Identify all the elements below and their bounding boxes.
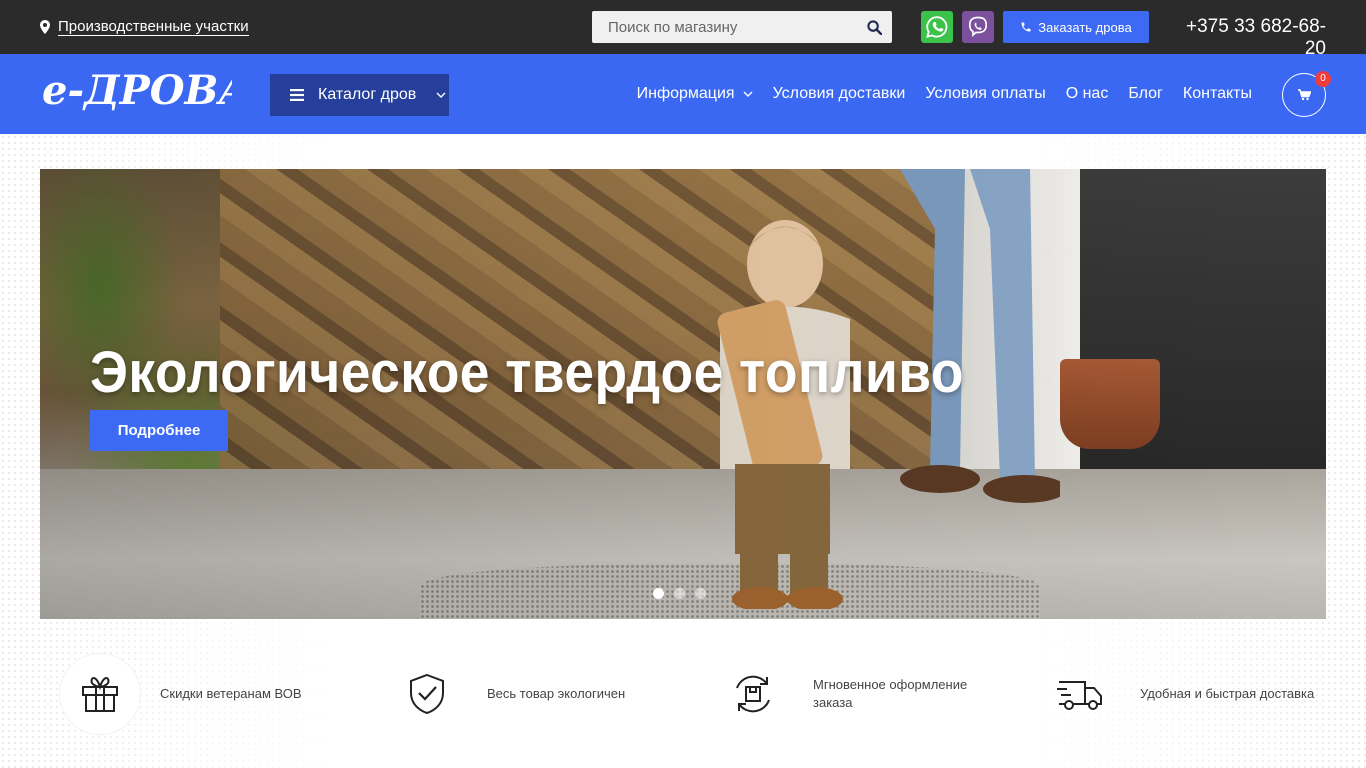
viber-button[interactable] bbox=[962, 11, 994, 43]
feature-icon-wrap bbox=[713, 654, 793, 734]
site-logo[interactable]: е-ДРОВА bbox=[42, 68, 232, 120]
slider-dot-3[interactable] bbox=[695, 588, 706, 599]
order-firewood-button[interactable]: Заказать дрова bbox=[1003, 11, 1149, 43]
slider-dot-2[interactable] bbox=[674, 588, 685, 599]
nav-item-label: Условия доставки bbox=[772, 85, 906, 102]
nav-item-label: Условия оплаты bbox=[925, 85, 1046, 102]
feature-icon-wrap bbox=[1040, 654, 1120, 734]
nav-item-delivery[interactable]: Условия доставки bbox=[773, 82, 906, 106]
features-row: Скидки ветеранам ВОВ Весь товар экологич… bbox=[0, 652, 1366, 736]
hero-title: Экологическое твердое топливо bbox=[90, 340, 964, 405]
main-navbar: е-ДРОВА Каталог дров Информация Условия … bbox=[0, 54, 1366, 134]
phone-icon bbox=[1021, 22, 1031, 32]
feature-icon-wrap bbox=[387, 654, 467, 734]
search-icon bbox=[866, 19, 882, 35]
nav-item-label: О нас bbox=[1065, 85, 1109, 102]
hero-more-button[interactable]: Подробнее bbox=[90, 410, 228, 451]
chevron-down-icon bbox=[436, 92, 446, 98]
feature-label: Удобная и быстрая доставка bbox=[1140, 686, 1315, 701]
shield-check-icon bbox=[410, 673, 444, 715]
feature-eco-products: Весь товар экологичен bbox=[387, 652, 625, 736]
production-sites-label: Производственные участки bbox=[58, 17, 249, 36]
feature-veterans-discount: Скидки ветеранам ВОВ bbox=[60, 652, 302, 736]
logo-text: е-ДРОВА bbox=[42, 68, 232, 114]
whatsapp-icon bbox=[926, 16, 948, 38]
feature-instant-order: Мгновенное оформление заказа bbox=[713, 652, 983, 736]
menu-icon bbox=[290, 89, 304, 101]
feature-label: Скидки ветеранам ВОВ bbox=[160, 686, 302, 701]
chevron-down-icon bbox=[743, 91, 753, 97]
cart-button[interactable]: 0 bbox=[1282, 71, 1331, 117]
nav-item-about[interactable]: О нас bbox=[1066, 82, 1109, 106]
search-button[interactable] bbox=[856, 11, 892, 43]
production-sites-link[interactable]: Производственные участки bbox=[40, 17, 249, 37]
nav-item-contacts[interactable]: Контакты bbox=[1183, 82, 1252, 106]
gift-icon bbox=[82, 677, 118, 712]
feature-label: Весь товар экологичен bbox=[487, 686, 626, 701]
viber-icon bbox=[968, 16, 988, 38]
nav-menu: Информация Условия доставки Условия опла… bbox=[637, 82, 1252, 106]
nav-item-payment[interactable]: Условия оплаты bbox=[925, 82, 1045, 106]
refresh-box-icon bbox=[736, 675, 770, 713]
top-bar: Производственные участки Заказать дрова … bbox=[0, 0, 1366, 59]
hero-banner: Экологическое твердое топливо Подробнее bbox=[40, 169, 1326, 619]
feature-fast-delivery: Удобная и быстрая доставка bbox=[1040, 652, 1314, 736]
catalog-label: Каталог дров bbox=[318, 86, 417, 103]
nav-item-info[interactable]: Информация bbox=[637, 82, 753, 106]
cart-count-badge: 0 bbox=[1315, 71, 1331, 87]
delivery-truck-icon bbox=[1057, 681, 1102, 710]
search-input[interactable] bbox=[592, 11, 856, 43]
feature-label: Мгновенное оформление заказа bbox=[813, 677, 968, 710]
nav-item-label: Контакты bbox=[1182, 85, 1252, 102]
nav-item-blog[interactable]: Блог bbox=[1128, 82, 1163, 106]
order-firewood-label: Заказать дрова bbox=[1038, 19, 1132, 35]
feature-icon-wrap bbox=[60, 654, 140, 734]
search-bar bbox=[592, 11, 892, 43]
catalog-button[interactable]: Каталог дров bbox=[270, 74, 449, 116]
slider-dot-1[interactable] bbox=[653, 588, 664, 599]
nav-item-label: Блог bbox=[1128, 85, 1163, 102]
map-pin-icon bbox=[40, 20, 50, 34]
whatsapp-button[interactable] bbox=[921, 11, 953, 43]
shopping-cart-icon bbox=[1297, 89, 1311, 101]
nav-item-label: Информация bbox=[636, 85, 735, 102]
slider-dots bbox=[653, 588, 706, 599]
